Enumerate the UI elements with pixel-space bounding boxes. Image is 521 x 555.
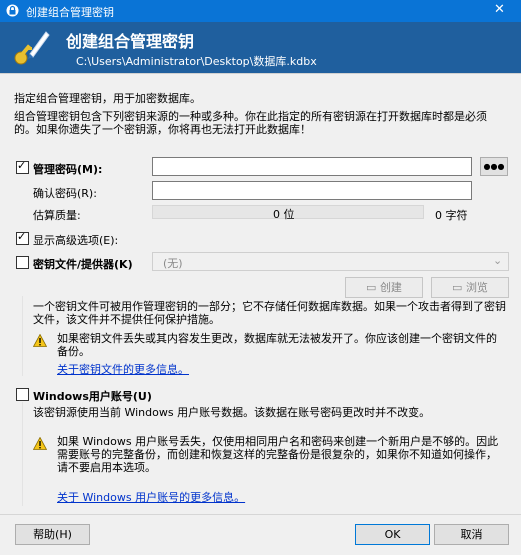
master-password-label: 管理密码(M): — [33, 163, 103, 176]
reveal-password-button[interactable]: ●●● — [480, 157, 508, 176]
key-file-select[interactable]: (无) ⌄ — [152, 252, 509, 271]
database-path: C:\Users\Administrator\Desktop\数据库.kdbx — [76, 55, 317, 68]
key-file-checkbox[interactable] — [16, 256, 29, 269]
browse-key-file-label: 浏览 — [465, 281, 488, 294]
banner-title: 创建组合管理密钥 — [66, 32, 195, 51]
windows-account-more-link[interactable]: 关于 Windows 用户账号的更多信息。 — [57, 489, 245, 505]
master-password-input[interactable] — [152, 157, 472, 176]
repeat-password-input[interactable] — [152, 181, 472, 200]
windows-account-description: 该密钥源使用当前 Windows 用户账号数据。该数据在账号密码更改时并不改变。 — [33, 406, 431, 419]
title-bar: 创建组合管理密钥 ✕ — [0, 0, 521, 22]
quality-bits: 0 位 — [273, 208, 295, 221]
key-file-select-value: (无) — [163, 257, 183, 270]
create-key-file-button[interactable]: ▭ 创建 — [345, 277, 423, 298]
intro-details: 组合管理密钥包含下列密钥来源的一种或多种。你在此指定的所有密钥源在打开数据库时都… — [14, 110, 487, 136]
quality-progress-bar: 0 位 — [152, 205, 424, 221]
warning-icon — [33, 437, 47, 450]
windows-account-group-line — [22, 402, 23, 506]
windows-account-label: Windows用户账号(U) — [33, 390, 152, 403]
folder-icon: ▭ — [452, 281, 466, 294]
key-file-label: 密钥文件/提供器(K) — [33, 258, 133, 271]
key-file-description: 一个密钥文件可被用作管理密钥的一部分；它不存储任何数据库数据。如果一个攻击者得到… — [33, 300, 506, 326]
repeat-password-label: 确认密码(R): — [33, 187, 97, 200]
key-file-group-line — [22, 296, 23, 376]
create-key-file-label: 创建 — [379, 281, 402, 294]
window-title: 创建组合管理密钥 — [26, 6, 114, 19]
banner: 创建组合管理密钥 C:\Users\Administrator\Desktop\… — [0, 22, 521, 73]
create-icon: ▭ — [366, 281, 380, 294]
warning-icon — [33, 334, 47, 347]
key-pen-icon — [14, 31, 50, 65]
show-advanced-label[interactable]: 显示高级选项(E): — [33, 232, 118, 248]
windows-account-warning: 如果 Windows 用户账号丢失，仅使用相同用户名和密码来创建一个新用户是不够… — [57, 435, 499, 474]
banner-divider — [0, 73, 521, 74]
footer-divider — [0, 514, 521, 515]
browse-key-file-button[interactable]: ▭ 浏览 — [431, 277, 509, 298]
quality-label: 估算质量: — [33, 209, 81, 222]
windows-account-checkbox[interactable] — [16, 388, 29, 401]
key-file-more-link[interactable]: 关于密钥文件的更多信息。 — [57, 361, 189, 377]
close-icon[interactable]: ✕ — [494, 2, 505, 17]
ok-button[interactable]: OK — [355, 524, 430, 545]
lock-icon — [6, 4, 19, 17]
quality-chars: 0 字符 — [435, 209, 468, 222]
chevron-down-icon: ⌄ — [493, 254, 503, 267]
help-button[interactable]: 帮助(H) — [15, 524, 90, 545]
cancel-button[interactable]: 取消 — [434, 524, 509, 545]
key-file-warning: 如果密钥文件丢失或其内容发生更改，数据库就无法被发开了。你应该创建一个密钥文件的… — [57, 332, 497, 358]
master-password-checkbox[interactable] — [16, 159, 29, 174]
show-advanced-checkbox[interactable] — [16, 230, 29, 245]
intro-text: 指定组合管理密钥，用于加密数据库。 — [14, 92, 201, 105]
